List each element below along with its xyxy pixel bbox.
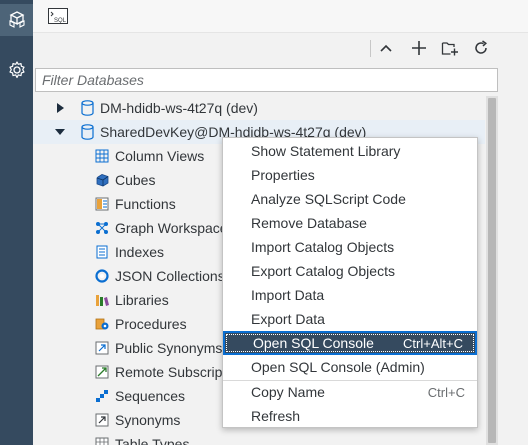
menu-item-export-data[interactable]: Export Data <box>223 307 477 331</box>
sequences-icon <box>96 390 108 402</box>
menu-item-label: Properties <box>251 167 315 183</box>
sql-console-icon[interactable]: SQL <box>47 7 69 25</box>
public-synonyms-icon <box>95 341 109 355</box>
add-folder-button[interactable] <box>439 37 461 59</box>
tree-scrollbar[interactable] <box>486 96 498 445</box>
add-plus-icon <box>412 41 426 55</box>
filter-databases-input[interactable] <box>35 68 498 92</box>
database-icon <box>81 124 94 140</box>
graph-workspace-icon <box>96 222 108 234</box>
tree-item-label: Table Types <box>115 436 190 445</box>
explorer-toolbar <box>33 33 528 63</box>
activity-bar <box>0 0 33 445</box>
menu-item-label: Analyze SQLScript Code <box>251 191 406 207</box>
expand-arrow-icon[interactable] <box>55 103 65 113</box>
menu-item-label: Open SQL Console <box>253 335 374 351</box>
collapse-arrow-icon[interactable] <box>55 127 65 137</box>
tree-item-label: Procedures <box>115 316 187 332</box>
editor-tab-strip: SQL <box>33 0 528 33</box>
menu-item-export-catalog-objects[interactable]: Export Catalog Objects <box>223 259 477 283</box>
menu-item-label: Show Statement Library <box>251 143 401 159</box>
menu-item-copy-name[interactable]: Copy Name Ctrl+C <box>223 380 477 404</box>
tree-item-label: Cubes <box>115 172 156 188</box>
gear-icon <box>8 61 25 79</box>
menu-item-open-sql-console[interactable]: Open SQL Console Ctrl+Alt+C <box>223 331 477 355</box>
tree-item-label: Synonyms <box>115 412 181 428</box>
preferences-button[interactable] <box>0 54 33 86</box>
procedures-icon <box>95 318 109 330</box>
menu-item-remove-database[interactable]: Remove Database <box>223 211 477 235</box>
functions-icon <box>95 197 109 211</box>
scrollbar-thumb[interactable] <box>488 98 496 443</box>
menu-item-import-catalog-objects[interactable]: Import Catalog Objects <box>223 235 477 259</box>
menu-item-label: Copy Name <box>251 384 325 400</box>
json-collection-icon <box>95 269 109 283</box>
collapse-chevron-up-icon <box>380 44 392 52</box>
menu-item-label: Import Data <box>251 287 325 303</box>
tree-item-label: JSON Collections <box>115 268 225 284</box>
collapse-all-button[interactable] <box>375 37 397 59</box>
add-folder-icon <box>441 42 458 56</box>
menu-item-refresh[interactable]: Refresh <box>223 404 477 428</box>
menu-item-import-data[interactable]: Import Data <box>223 283 477 307</box>
menu-item-shortcut: Ctrl+Alt+C <box>403 335 463 351</box>
database-explorer-button[interactable] <box>0 4 33 36</box>
menu-item-shortcut: Ctrl+C <box>427 384 465 400</box>
menu-item-show-statement-library[interactable]: Show Statement Library <box>223 139 477 163</box>
cube-icon <box>96 174 109 187</box>
tree-item-label: Sequences <box>115 388 186 404</box>
tree-item-label: Functions <box>115 196 176 212</box>
database-name-label: DM-hdidb-ws-4t27q (dev) <box>100 100 258 116</box>
menu-item-analyze-sqlscript-code[interactable]: Analyze SQLScript Code <box>223 187 477 211</box>
menu-item-label: Remove Database <box>251 215 367 231</box>
table-types-icon <box>95 437 109 445</box>
remote-subscriptions-icon <box>95 365 109 379</box>
column-views-icon <box>95 149 109 163</box>
database-cubes-icon <box>8 11 25 28</box>
tree-row-database[interactable]: DM-hdidb-ws-4t27q (dev) <box>33 96 485 120</box>
menu-item-label: Import Catalog Objects <box>251 239 395 255</box>
tree-item-label: Indexes <box>115 244 165 260</box>
database-icon <box>81 100 94 116</box>
menu-item-label: Export Data <box>251 311 325 327</box>
libraries-icon <box>96 295 109 306</box>
synonyms-icon <box>95 413 109 427</box>
toolbar-divider <box>370 40 371 57</box>
menu-item-open-sql-console-admin[interactable]: Open SQL Console (Admin) <box>223 355 477 379</box>
menu-item-label: Refresh <box>251 408 301 424</box>
menu-item-label: Open SQL Console (Admin) <box>251 359 425 375</box>
database-context-menu: Show Statement Library Properties Analyz… <box>222 137 478 428</box>
sql-icon-text: SQL <box>54 18 67 24</box>
menu-item-properties[interactable]: Properties <box>223 163 477 187</box>
tree-item-label: Graph Workspaces <box>115 220 235 236</box>
tree-item-label: Public Synonyms <box>115 340 223 356</box>
refresh-icon <box>475 40 487 54</box>
menu-item-label: Export Catalog Objects <box>251 263 395 279</box>
indexes-icon <box>96 245 108 259</box>
tree-item-label: Libraries <box>115 292 169 308</box>
tree-item-label: Column Views <box>115 148 205 164</box>
refresh-button[interactable] <box>470 37 492 59</box>
tree-item-table-types[interactable]: Table Types <box>33 432 485 445</box>
add-database-button[interactable] <box>408 37 430 59</box>
